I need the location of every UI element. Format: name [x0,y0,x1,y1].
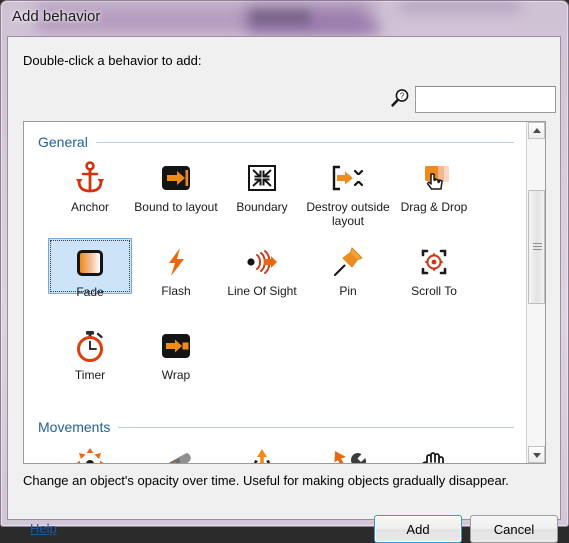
scroll-down-arrow-icon[interactable] [528,446,545,463]
anchor-icon [70,158,110,198]
timer-icon [70,326,110,366]
behavior-tile-line-of-sight[interactable]: Line Of Sight [220,238,304,298]
behavior-label: Line Of Sight [227,284,297,298]
behavior-label: Fade [76,285,104,299]
behavior-tile-bounce[interactable] [220,439,304,463]
behavior-tile-drag-and-drop[interactable]: Drag & Drop [392,154,476,214]
svg-text:?: ? [400,92,405,101]
behavior-tile-drag-hand[interactable] [392,439,476,463]
behavior-label: Flash [161,284,191,298]
wrap-icon [156,326,196,366]
search-input[interactable] [415,86,556,113]
bounce-icon [242,443,282,463]
custom-movement-icon [328,443,368,463]
drag-and-drop-icon [414,158,454,198]
behavior-tile-bound-to-layout[interactable]: Bound to layout [134,154,218,214]
behavior-label: Scroll To [411,284,457,298]
behavior-label: Drag & Drop [400,200,468,214]
flash-icon [156,242,196,282]
help-link[interactable]: Help [30,521,57,536]
behavior-label: Timer [74,368,106,382]
behavior-label: Anchor [70,200,110,214]
cancel-button[interactable]: Cancel [470,515,558,543]
window-title: Add behavior [12,8,101,25]
behavior-label: Wrap [161,368,191,382]
group-header-label: Movements [38,419,111,435]
prompt-label: Double-click a behavior to add: [23,53,202,68]
group-header-label: General [38,134,88,150]
destroy-outside-layout-icon [328,158,368,198]
scrollbar-thumb[interactable] [528,190,545,304]
eight-direction-icon [70,443,110,463]
boundary-icon [242,158,282,198]
scroll-to-icon [414,242,454,282]
bound-to-layout-icon [156,158,196,198]
search-magnifier-icon: ? [389,87,411,109]
dialog-client-area: Double-click a behavior to add: ? Genera… [7,36,561,543]
behavior-tile-boundary[interactable]: Boundary [220,154,304,214]
behavior-tile-anchor[interactable]: Anchor [48,154,132,214]
add-button[interactable]: Add [374,515,462,543]
scrollbar-grip-icon [533,243,542,252]
behavior-label: Pin [339,284,357,298]
group-header-rule [95,141,514,143]
behavior-description: Change an object's opacity over time. Us… [23,473,509,488]
behavior-tile-timer[interactable]: Timer [48,322,132,382]
behavior-list-panel[interactable]: General Anchor Bound to layout Boundary … [23,121,546,464]
line-of-sight-icon [242,242,282,282]
glass-blur-artifact [400,2,520,12]
behavior-tile-destroy-outside-layout[interactable]: Destroy outside layout [306,154,390,228]
scroll-up-arrow-icon[interactable] [528,122,545,139]
behavior-tile-bullet[interactable] [134,439,218,463]
drag-hand-icon [414,443,454,463]
bullet-icon [156,443,196,463]
glass-blur-artifact [250,22,380,34]
pin-icon [328,242,368,282]
group-header-general: General [38,134,514,150]
behavior-list-content: General Anchor Bound to layout Boundary … [24,122,527,463]
behavior-tile-wrap[interactable]: Wrap [134,322,218,382]
behavior-tile-flash[interactable]: Flash [134,238,218,298]
behavior-tile-custom-movement[interactable] [306,439,390,463]
behavior-label: Destroy outside layout [306,200,390,228]
behavior-label: Boundary [236,200,288,214]
group-header-movements: Movements [38,419,514,435]
behavior-tile-eight-direction[interactable] [48,439,132,463]
behavior-label: Bound to layout [134,200,218,214]
title-bar[interactable]: Add behavior [0,0,569,38]
fade-icon [70,243,110,283]
list-scrollbar[interactable] [526,122,545,463]
add-behavior-dialog: Add behavior Double-click a behavior to … [0,0,569,543]
behavior-tile-pin[interactable]: Pin [306,238,390,298]
behavior-tile-fade[interactable]: Fade [48,238,132,299]
behavior-tile-scroll-to[interactable]: Scroll To [392,238,476,298]
group-header-rule [118,426,514,428]
